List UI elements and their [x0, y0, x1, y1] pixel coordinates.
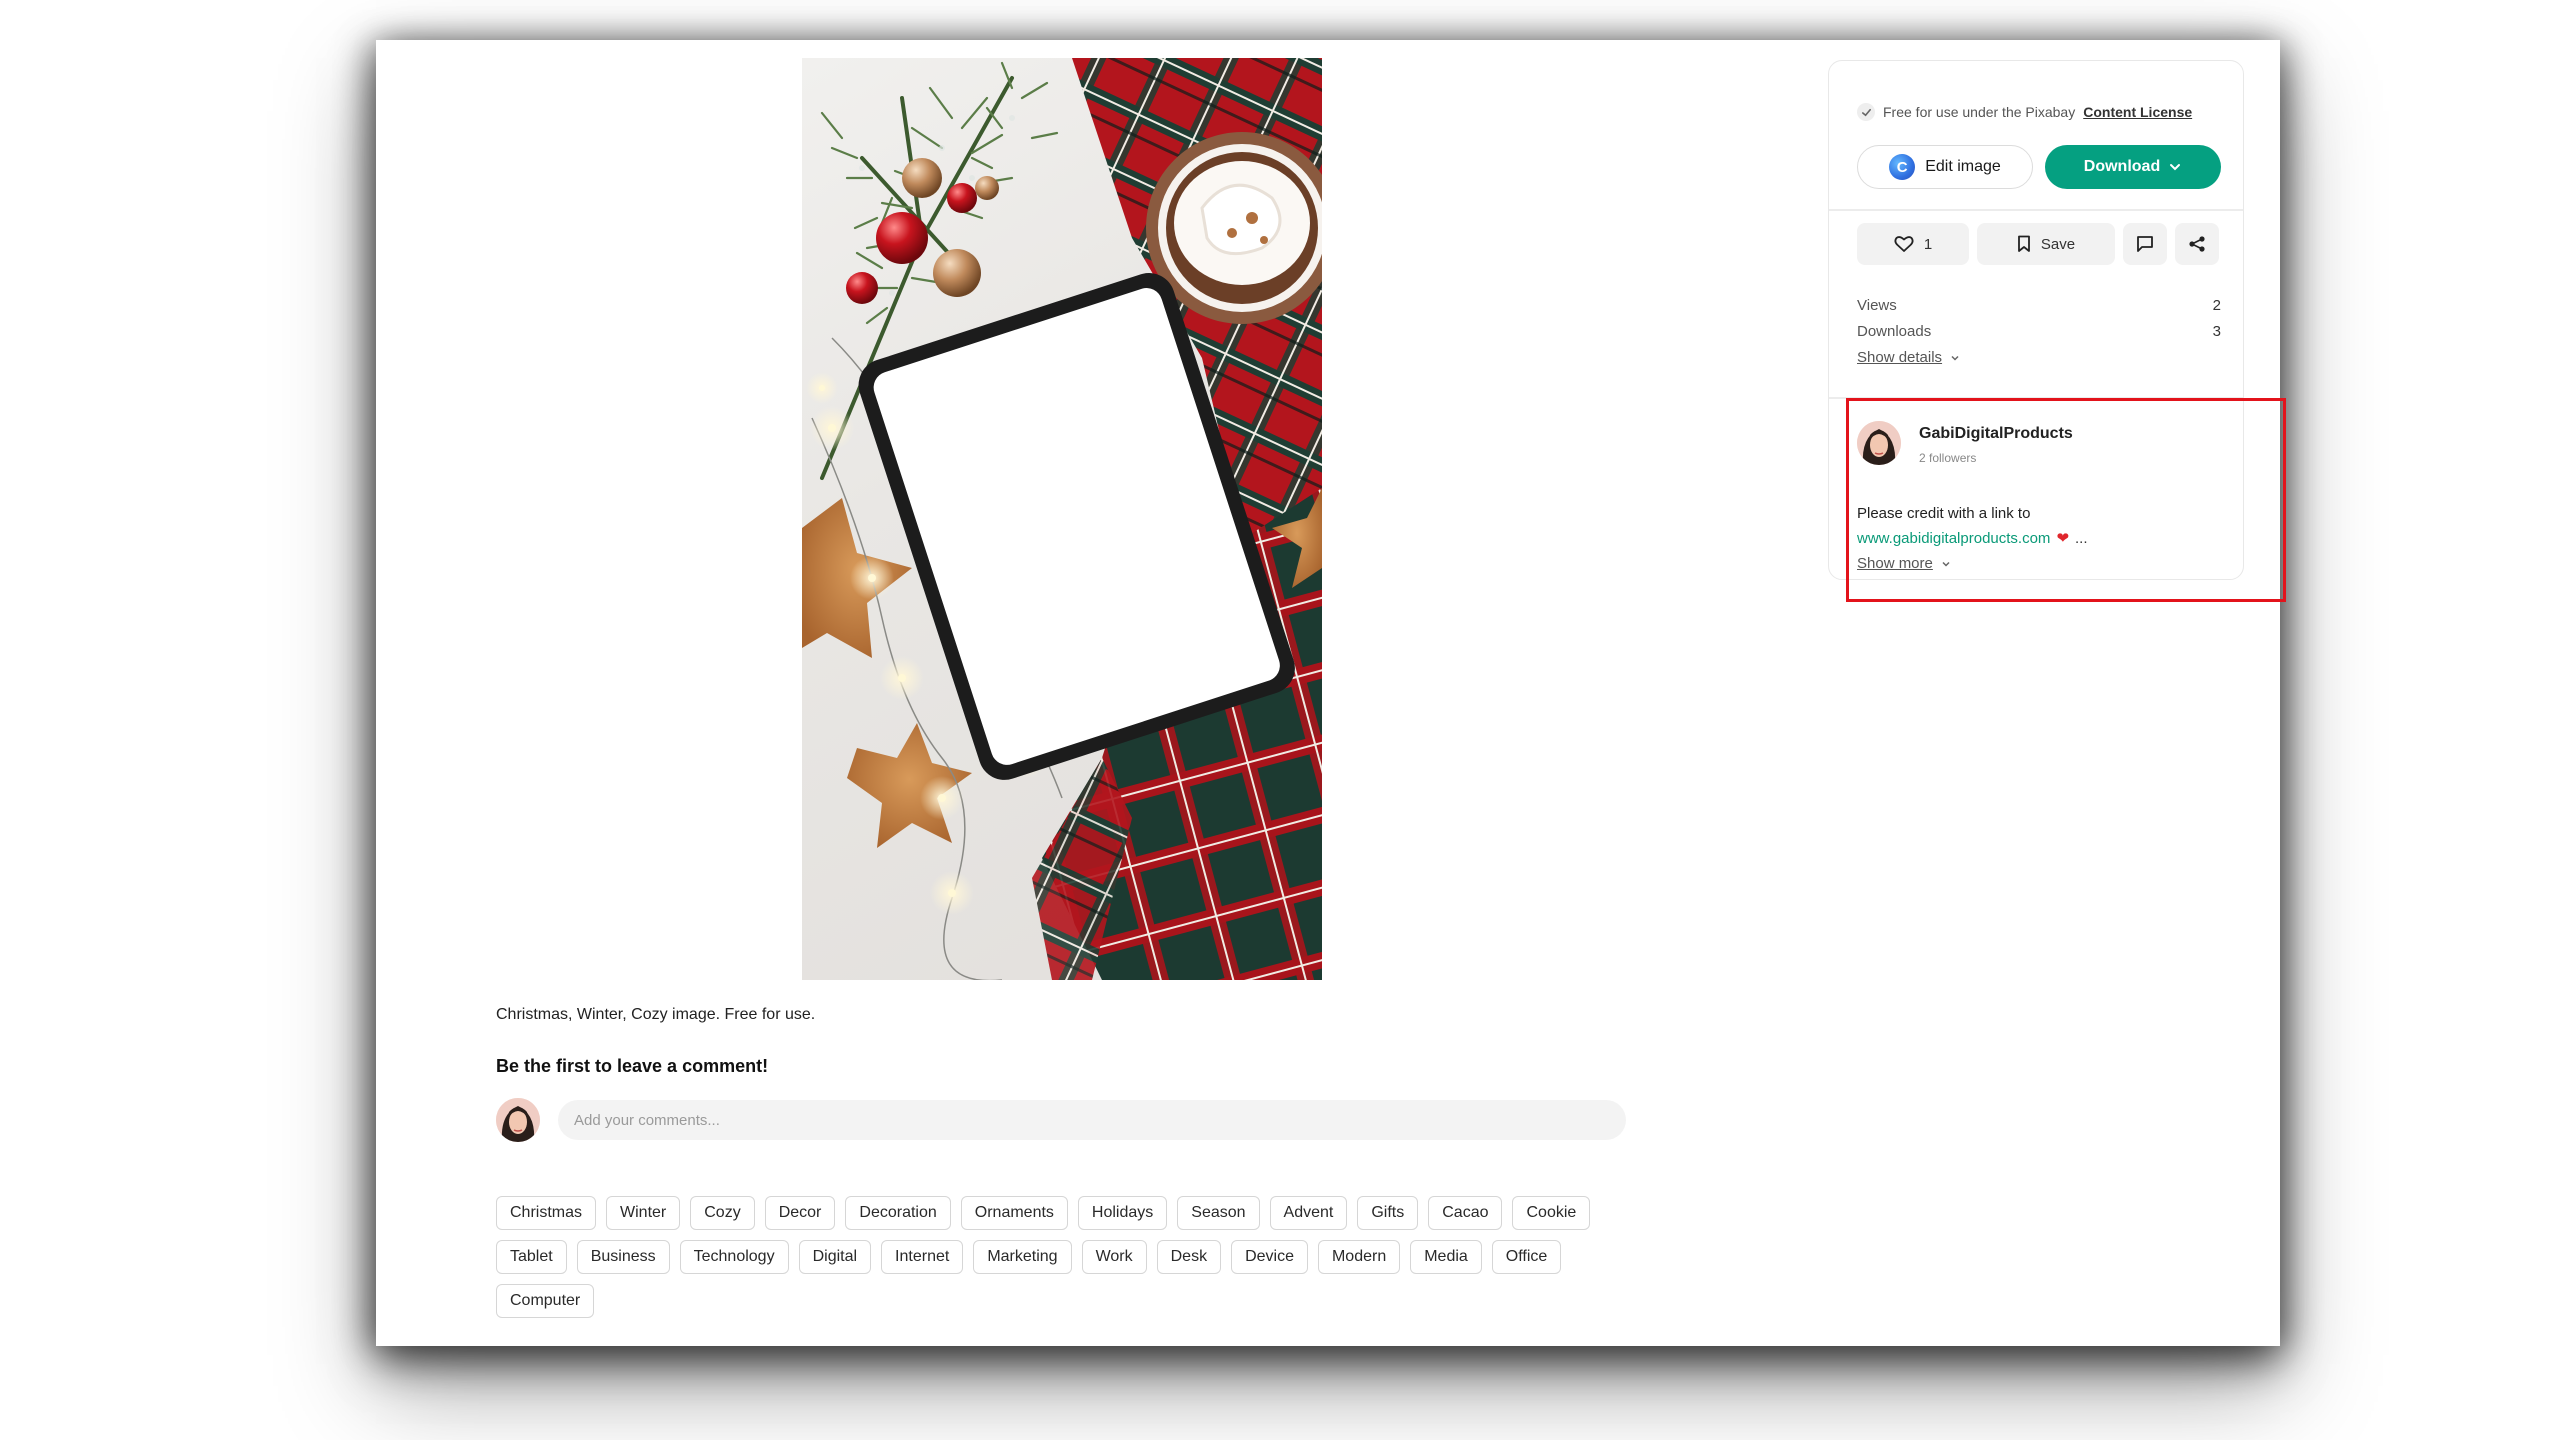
license-text: Free for use under the Pixabay: [1883, 104, 2076, 120]
tag-office[interactable]: Office: [1491, 1240, 1562, 1274]
show-details-label: Show details: [1857, 349, 1943, 366]
views-row: Views 2: [1857, 293, 2221, 319]
download-button[interactable]: Download: [2045, 145, 2221, 189]
tag-desk[interactable]: Desk: [1156, 1240, 1222, 1274]
edit-image-button[interactable]: C Edit image: [1857, 145, 2033, 189]
downloads-row: Downloads 3: [1857, 319, 2221, 345]
comment-button[interactable]: [2123, 223, 2167, 265]
tag-christmas[interactable]: Christmas: [496, 1196, 597, 1230]
bookmark-icon: [2017, 235, 2030, 252]
save-button[interactable]: Save: [1977, 223, 2115, 265]
canva-logo-icon: C: [1889, 154, 1916, 180]
content-license-link[interactable]: Content License: [2083, 104, 2192, 120]
tag-cacao[interactable]: Cacao: [1428, 1196, 1503, 1230]
downloads-label: Downloads: [1857, 323, 1932, 340]
avatar-image: [496, 1098, 540, 1142]
tag-winter[interactable]: Winter: [606, 1196, 681, 1230]
tag-digital[interactable]: Digital: [798, 1240, 872, 1274]
tag-tablet[interactable]: Tablet: [496, 1240, 567, 1274]
edit-image-label: Edit image: [1925, 158, 2001, 175]
photo-illustration: [802, 58, 1322, 980]
check-icon: [1857, 103, 1875, 121]
tag-media[interactable]: Media: [1410, 1240, 1482, 1274]
tag-internet[interactable]: Internet: [881, 1240, 964, 1274]
comment-icon: [2137, 236, 2153, 252]
chevron-down-icon: [1951, 355, 1959, 361]
tag-advent[interactable]: Advent: [1269, 1196, 1348, 1230]
heart-outline-icon: [1894, 236, 1914, 252]
comments-heading: Be the first to leave a comment!: [496, 1056, 769, 1076]
highlight-box: [1846, 398, 2286, 602]
views-label: Views: [1857, 297, 1897, 314]
save-label: Save: [2040, 235, 2076, 253]
tag-marketing[interactable]: Marketing: [973, 1240, 1072, 1274]
share-icon: [2189, 236, 2205, 252]
like-count: 1: [1923, 235, 1933, 253]
stats-block: Views 2 Downloads 3 Show details: [1857, 293, 2221, 371]
tag-cozy[interactable]: Cozy: [690, 1196, 755, 1230]
comment-input[interactable]: [558, 1100, 1626, 1140]
divider: [1829, 209, 2243, 211]
tag-technology[interactable]: Technology: [679, 1240, 789, 1274]
current-user-avatar[interactable]: [496, 1098, 540, 1142]
tag-season[interactable]: Season: [1177, 1196, 1260, 1230]
image-caption: Christmas, Winter, Cozy image. Free for …: [496, 1006, 816, 1023]
main-photo[interactable]: [802, 58, 1322, 980]
tag-device[interactable]: Device: [1231, 1240, 1308, 1274]
tag-decoration[interactable]: Decoration: [845, 1196, 951, 1230]
tag-ornaments[interactable]: Ornaments: [960, 1196, 1068, 1230]
comment-row: [496, 1098, 1626, 1142]
download-label: Download: [2083, 158, 2161, 175]
chevron-down-icon: [2170, 164, 2181, 171]
tag-list: Christmas Winter Cozy Decor Decoration Orname…: [496, 1196, 1646, 1318]
tag-modern[interactable]: Modern: [1317, 1240, 1401, 1274]
tag-computer[interactable]: Computer: [496, 1284, 595, 1318]
tag-work[interactable]: Work: [1081, 1240, 1147, 1274]
share-button[interactable]: [2175, 223, 2219, 265]
show-details-link[interactable]: Show details: [1857, 345, 1960, 371]
views-value: 2: [2212, 297, 2221, 314]
license-row: Free for use under the Pixabay Content L…: [1857, 103, 2192, 121]
tag-holidays[interactable]: Holidays: [1077, 1196, 1168, 1230]
tag-gifts[interactable]: Gifts: [1357, 1196, 1419, 1230]
tag-cookie[interactable]: Cookie: [1512, 1196, 1591, 1230]
page-card: Christmas, Winter, Cozy image. Free for …: [376, 40, 2280, 1346]
downloads-value: 3: [2212, 323, 2221, 340]
like-button[interactable]: 1: [1857, 223, 1969, 265]
tag-decor[interactable]: Decor: [764, 1196, 836, 1230]
tag-business[interactable]: Business: [576, 1240, 670, 1274]
